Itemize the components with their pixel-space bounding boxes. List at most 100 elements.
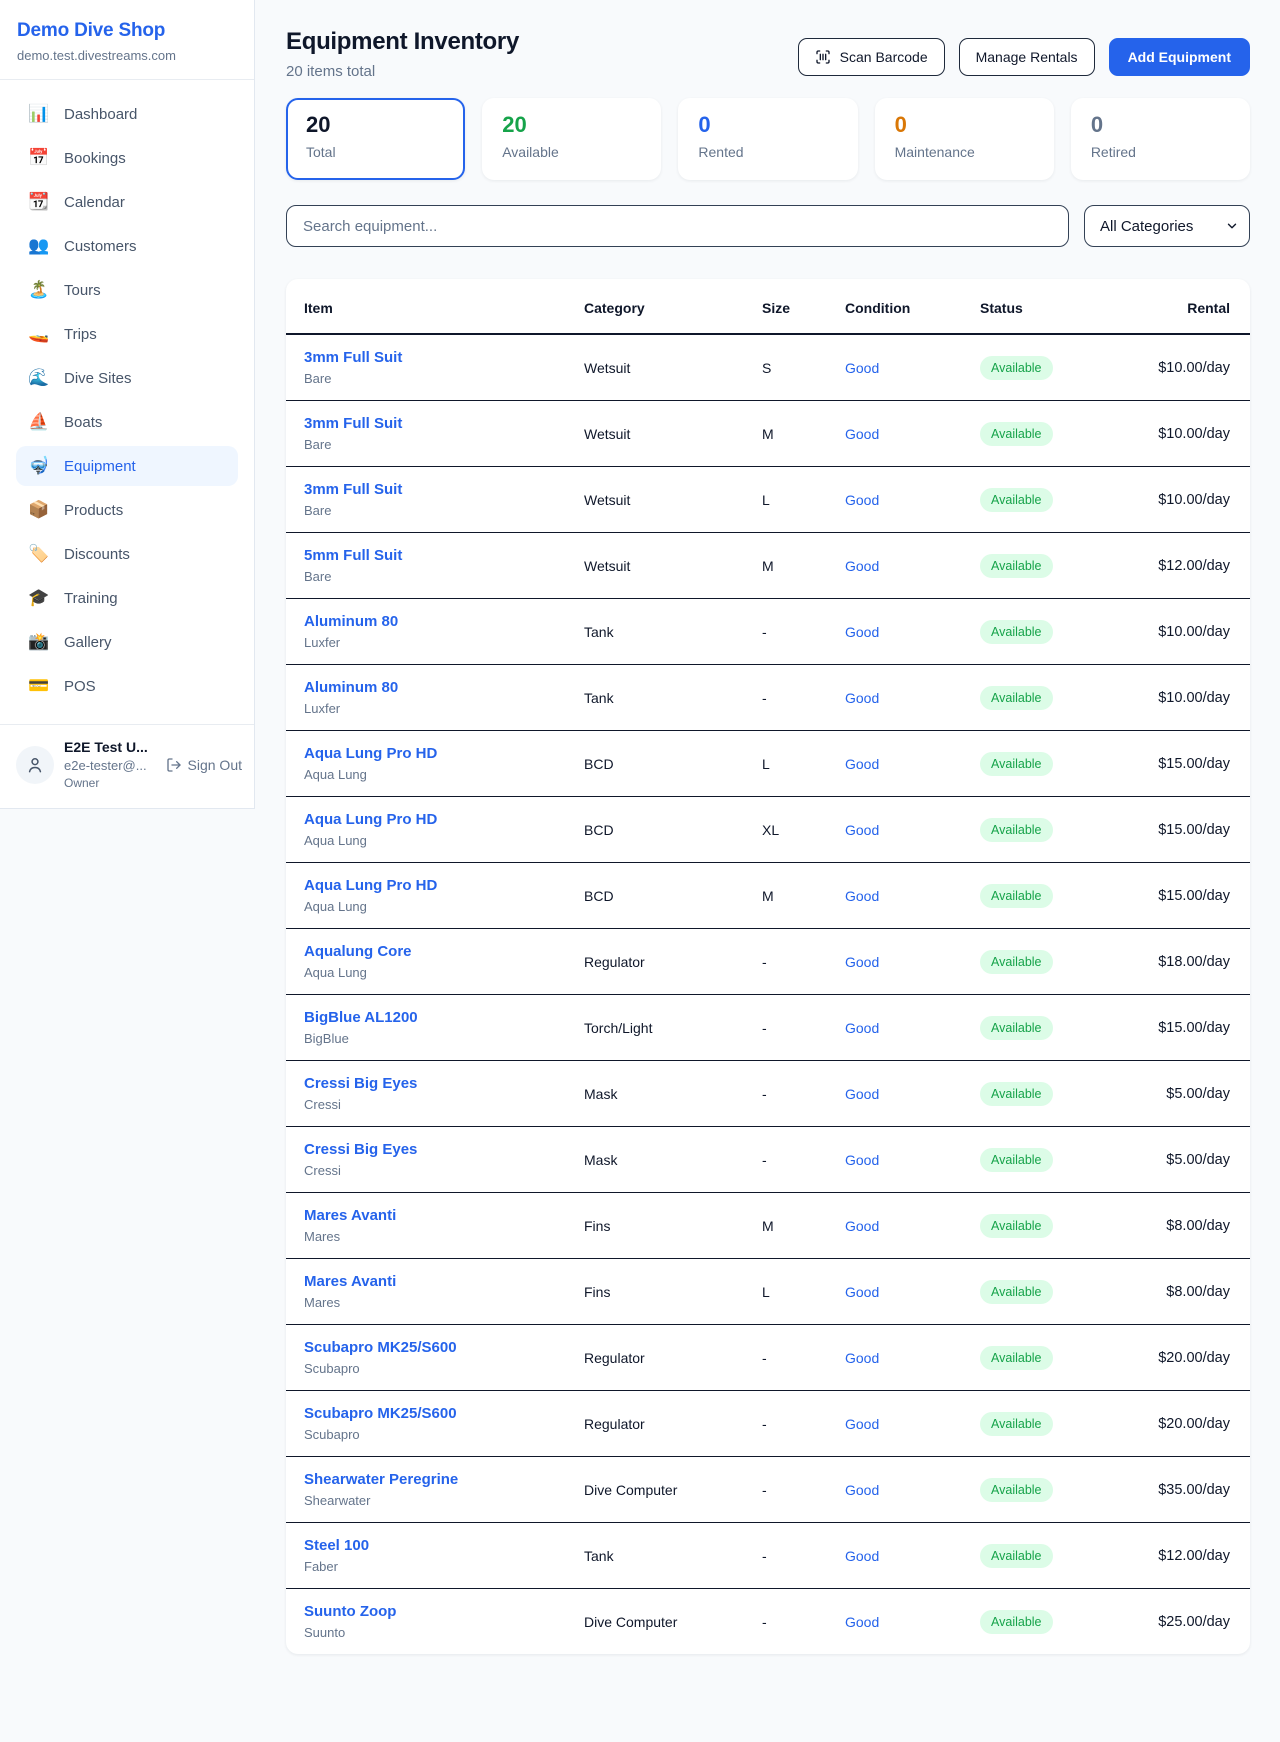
item-condition-link[interactable]: Good (845, 1548, 879, 1564)
table-head: ItemCategorySizeConditionStatusRental (286, 279, 1250, 334)
status-badge: Available (980, 488, 1053, 512)
item-condition-link[interactable]: Good (845, 492, 879, 508)
item-name-link[interactable]: Aluminum 80 (304, 679, 398, 696)
item-condition-link[interactable]: Good (845, 1020, 879, 1036)
item-condition-link[interactable]: Good (845, 1284, 879, 1300)
table-row: 3mm Full Suit Bare Wetsuit M Good Availa… (286, 401, 1250, 467)
sidebar-item-training[interactable]: 🎓 Training (16, 578, 238, 618)
item-condition-link[interactable]: Good (845, 888, 879, 904)
sidebar-item-boats[interactable]: ⛵ Boats (16, 402, 238, 442)
item-condition-link[interactable]: Good (845, 426, 879, 442)
sidebar-item-equipment[interactable]: 🤿 Equipment (16, 446, 238, 486)
item-name-link[interactable]: Scubapro MK25/S600 (304, 1405, 457, 1422)
sidebar-item-trips[interactable]: 🚤 Trips (16, 314, 238, 354)
sidebar-item-calendar[interactable]: 📆 Calendar (16, 182, 238, 222)
column-header-size: Size (762, 279, 845, 334)
column-header-item: Item (286, 279, 584, 334)
table-header-row: ItemCategorySizeConditionStatusRental (286, 279, 1250, 334)
item-condition-link[interactable]: Good (845, 822, 879, 838)
stat-card-retired[interactable]: 0 Retired (1071, 98, 1250, 180)
item-rental: $5.00/day (1130, 1061, 1250, 1127)
table-row: Mares Avanti Mares Fins M Good Available… (286, 1193, 1250, 1259)
status-badge: Available (980, 1082, 1053, 1106)
item-name-link[interactable]: 3mm Full Suit (304, 415, 402, 432)
item-brand: Cressi (304, 1163, 584, 1178)
item-condition-link[interactable]: Good (845, 1218, 879, 1234)
sidebar-item-discounts[interactable]: 🏷️ Discounts (16, 534, 238, 574)
add-equipment-label: Add Equipment (1128, 49, 1231, 65)
item-name-link[interactable]: 3mm Full Suit (304, 481, 402, 498)
status-badge: Available (980, 1280, 1053, 1304)
item-condition-link[interactable]: Good (845, 1086, 879, 1102)
table-row: Mares Avanti Mares Fins L Good Available… (286, 1259, 1250, 1325)
sidebar-item-gallery[interactable]: 📸 Gallery (16, 622, 238, 662)
sidebar-item-dashboard[interactable]: 📊 Dashboard (16, 94, 238, 134)
column-header-condition: Condition (845, 279, 980, 334)
sign-out-button[interactable]: Sign Out (166, 757, 242, 773)
stat-card-maintenance[interactable]: 0 Maintenance (875, 98, 1054, 180)
item-size: - (762, 665, 845, 731)
item-name-link[interactable]: Aqualung Core (304, 943, 412, 960)
item-name-link[interactable]: Aqua Lung Pro HD (304, 877, 437, 894)
item-name-link[interactable]: Aluminum 80 (304, 613, 398, 630)
column-header-status: Status (980, 279, 1130, 334)
item-category: Wetsuit (584, 467, 762, 533)
stat-card-available[interactable]: 20 Available (482, 98, 661, 180)
item-name-link[interactable]: Mares Avanti (304, 1273, 396, 1290)
item-name-link[interactable]: 5mm Full Suit (304, 547, 402, 564)
item-condition-link[interactable]: Good (845, 756, 879, 772)
item-name-link[interactable]: Aqua Lung Pro HD (304, 745, 437, 762)
nav-item-icon: 📸 (28, 632, 50, 652)
sidebar-item-tours[interactable]: 🏝️ Tours (16, 270, 238, 310)
item-category: Mask (584, 1127, 762, 1193)
item-condition-link[interactable]: Good (845, 360, 879, 376)
category-select[interactable]: All Categories (1084, 205, 1250, 247)
sidebar-item-bookings[interactable]: 📅 Bookings (16, 138, 238, 178)
page-header: Equipment Inventory 20 items total Scan … (286, 28, 1250, 80)
item-name-link[interactable]: BigBlue AL1200 (304, 1009, 418, 1026)
item-brand: Bare (304, 371, 584, 386)
add-equipment-button[interactable]: Add Equipment (1109, 38, 1250, 76)
sidebar-item-customers[interactable]: 👥 Customers (16, 226, 238, 266)
nav-item-icon: 🚤 (28, 324, 50, 344)
item-condition-link[interactable]: Good (845, 954, 879, 970)
sidebar-item-dive-sites[interactable]: 🌊 Dive Sites (16, 358, 238, 398)
manage-rentals-label: Manage Rentals (976, 49, 1078, 65)
sidebar-item-pos[interactable]: 💳 POS (16, 666, 238, 706)
stat-card-total[interactable]: 20 Total (286, 98, 465, 180)
brand-name[interactable]: Demo Dive Shop (17, 20, 238, 42)
status-badge: Available (980, 554, 1053, 578)
item-name-link[interactable]: Aqua Lung Pro HD (304, 811, 437, 828)
item-brand: Suunto (304, 1625, 584, 1640)
item-condition-link[interactable]: Good (845, 1416, 879, 1432)
item-rental: $10.00/day (1130, 334, 1250, 401)
item-condition-link[interactable]: Good (845, 690, 879, 706)
item-name-link[interactable]: Shearwater Peregrine (304, 1471, 458, 1488)
item-name-link[interactable]: Suunto Zoop (304, 1603, 396, 1620)
manage-rentals-button[interactable]: Manage Rentals (959, 38, 1095, 76)
sign-out-icon (166, 757, 182, 773)
status-badge: Available (980, 1544, 1053, 1568)
stat-card-rented[interactable]: 0 Rented (678, 98, 857, 180)
scan-barcode-button[interactable]: Scan Barcode (798, 38, 945, 76)
nav-item-label: Customers (64, 238, 137, 255)
item-name-link[interactable]: 3mm Full Suit (304, 349, 402, 366)
nav-item-label: Training (64, 590, 118, 607)
item-rental: $15.00/day (1130, 731, 1250, 797)
status-badge: Available (980, 686, 1053, 710)
item-name-link[interactable]: Cressi Big Eyes (304, 1075, 417, 1092)
item-condition-link[interactable]: Good (845, 624, 879, 640)
item-size: M (762, 1193, 845, 1259)
item-condition-link[interactable]: Good (845, 1482, 879, 1498)
item-condition-link[interactable]: Good (845, 1614, 879, 1630)
search-input[interactable] (286, 205, 1069, 247)
item-condition-link[interactable]: Good (845, 1350, 879, 1366)
item-name-link[interactable]: Cressi Big Eyes (304, 1141, 417, 1158)
sidebar-item-products[interactable]: 📦 Products (16, 490, 238, 530)
item-name-link[interactable]: Mares Avanti (304, 1207, 396, 1224)
item-condition-link[interactable]: Good (845, 1152, 879, 1168)
item-name-link[interactable]: Scubapro MK25/S600 (304, 1339, 457, 1356)
column-header-rental: Rental (1130, 279, 1250, 334)
item-condition-link[interactable]: Good (845, 558, 879, 574)
item-name-link[interactable]: Steel 100 (304, 1537, 369, 1554)
